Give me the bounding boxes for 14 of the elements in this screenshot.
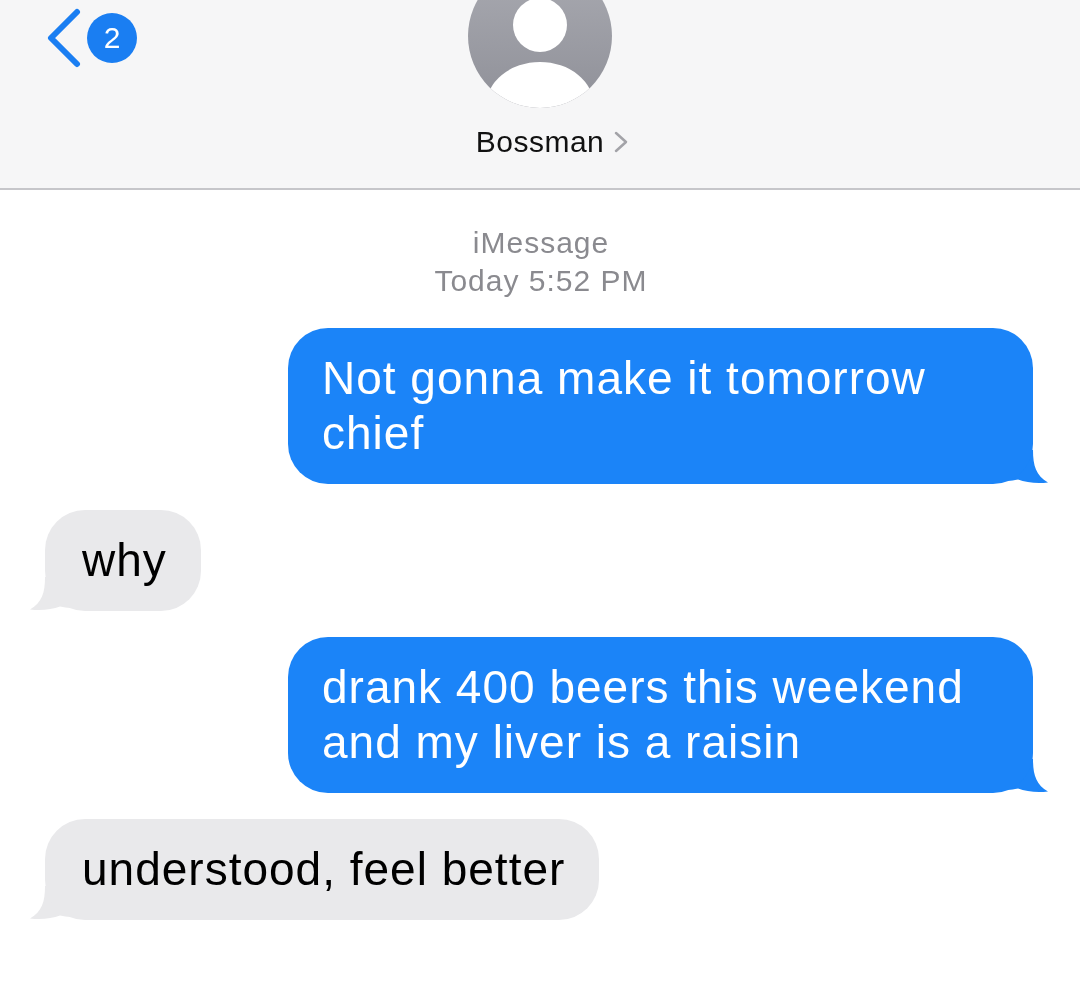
unread-count-badge: 2 [87,13,137,63]
bubble-tail-icon [1008,450,1048,484]
service-label: iMessage [472,225,610,261]
timestamp: Today 5:52 PM [434,263,648,299]
sent-message-bubble: Not gonna make it tomorrow chief [288,328,1033,484]
avatar-silhouette-icon[interactable] [468,0,612,108]
received-message-bubble: why [45,510,201,611]
back-button[interactable]: 2 [46,8,137,68]
sent-message-bubble: drank 400 beers this weekend and my liver is a raisin [288,637,1033,793]
received-message-bubble: understood, feel better [45,819,600,920]
contact-name-button[interactable]: Bossman [475,123,629,161]
bubble-tail-icon [1008,759,1048,793]
back-chevron-icon [46,8,82,68]
chevron-right-icon [614,131,629,153]
